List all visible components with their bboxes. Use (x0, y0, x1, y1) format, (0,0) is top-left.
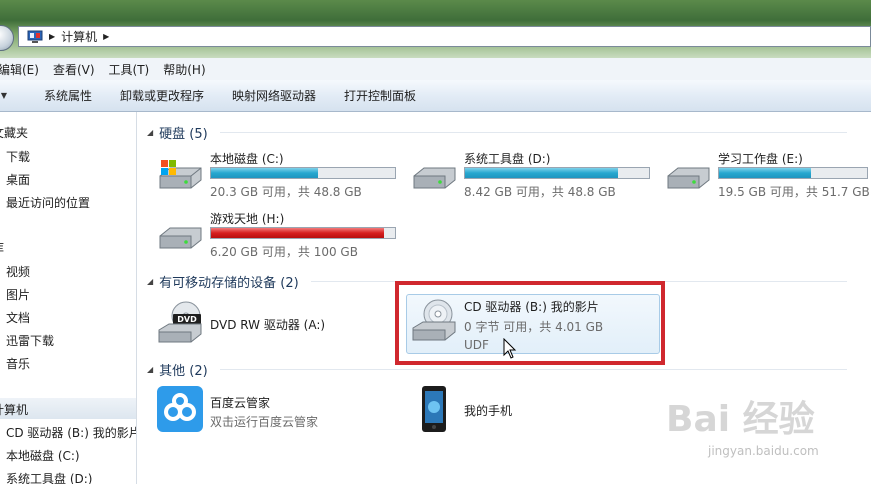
drive-tile-d[interactable]: 系统工具盘 (D:) 8.42 GB 可用，共 48.8 GB (411, 150, 651, 200)
drive-size-text: 20.3 GB 可用，共 48.8 GB (210, 185, 362, 199)
svg-text:DVD: DVD (177, 315, 197, 324)
annotation-red-box (395, 281, 665, 365)
nav-item-desktop[interactable]: 桌面 (6, 171, 30, 188)
drive-usage-fill (465, 168, 618, 178)
menu-tools[interactable]: 工具(T) (102, 61, 157, 78)
drive-tile-e[interactable]: 学习工作盘 (E:) 19.5 GB 可用，共 51.7 GB (665, 150, 871, 200)
open-control-panel-button[interactable]: 打开控制面板 (330, 87, 430, 104)
item-my-phone[interactable]: 我的手机 (417, 386, 617, 436)
group-title: 有可移动存储的设备 (2) (159, 276, 299, 291)
drive-usage-fill (211, 168, 318, 178)
group-divider (219, 132, 847, 133)
collapse-triangle-icon[interactable]: ◢ (147, 365, 153, 374)
item-description: 双击运行百度云管家 (210, 415, 319, 429)
nav-item-documents[interactable]: 文档 (6, 309, 30, 326)
nav-item-pictures[interactable]: 图片 (6, 286, 30, 303)
breadcrumb-chevron-icon[interactable]: ▶ (49, 32, 55, 41)
hard-drive-icon (667, 167, 710, 189)
organize-dropdown-icon[interactable]: ▼ (0, 91, 10, 100)
drive-size-text: 19.5 GB 可用，共 51.7 GB (718, 185, 870, 199)
group-header-hard-disks[interactable]: ◢ 硬盘 (5) (147, 123, 847, 142)
drive-name: DVD RW 驱动器 (A:) (210, 318, 326, 332)
command-bar: ▼ 系统属性 卸载或更改程序 映射网络驱动器 打开控制面板 (0, 80, 871, 112)
nav-item-system-tools-d[interactable]: 系统工具盘 (D:) (6, 470, 92, 484)
drive-usage-fill (719, 168, 811, 178)
drive-tile-dvd-a[interactable]: DVD DVD RW 驱动器 (A:) (157, 300, 387, 348)
item-baidu-cloud[interactable]: 百度云管家 双击运行百度云管家 (157, 386, 387, 436)
drive-tile-c[interactable]: 本地磁盘 (C:) 20.3 GB 可用，共 48.8 GB (157, 150, 397, 200)
drive-name: 学习工作盘 (E:) (718, 152, 803, 166)
map-network-drive-button[interactable]: 映射网络驱动器 (218, 87, 330, 104)
menu-bar: 编辑(E) 查看(V) 工具(T) 帮助(H) (0, 58, 871, 80)
nav-item-music[interactable]: 音乐 (6, 355, 30, 372)
drive-usage-bar (210, 167, 396, 179)
hard-drive-icon (413, 167, 456, 189)
nav-item-downloads[interactable]: 下载 (6, 148, 30, 165)
nav-libraries[interactable]: 库 (0, 239, 4, 256)
collapse-triangle-icon[interactable]: ◢ (147, 128, 153, 137)
drive-usage-bar (464, 167, 650, 179)
drive-size-text: 8.42 GB 可用，共 48.8 GB (464, 185, 616, 199)
nav-item-cd-drive[interactable]: CD 驱动器 (B:) 我的影片 (6, 424, 136, 441)
navigation-pane: 文藏夹 下载 桌面 最近访问的位置 库 视频 图片 文档 迅雷下载 音乐 计算机… (0, 112, 137, 484)
nav-item-recent[interactable]: 最近访问的位置 (6, 194, 90, 211)
breadcrumb-computer[interactable]: 计算机 (61, 28, 97, 45)
menu-view[interactable]: 查看(V) (46, 61, 102, 78)
drive-size-text: 6.20 GB 可用，共 100 GB (210, 245, 358, 259)
address-bar[interactable]: ▶ 计算机 ▶ (18, 26, 871, 47)
phone-icon (422, 386, 446, 432)
nav-computer[interactable]: 计算机 (0, 401, 28, 418)
dvd-drive-icon: DVD (158, 301, 202, 343)
menu-help[interactable]: 帮助(H) (156, 61, 212, 78)
item-name: 百度云管家 (210, 396, 271, 410)
mouse-cursor-icon (503, 338, 517, 359)
hard-drive-windows-icon (159, 160, 202, 189)
nav-item-xunlei-downloads[interactable]: 迅雷下载 (6, 332, 54, 349)
group-divider (219, 369, 847, 370)
uninstall-program-button[interactable]: 卸载或更改程序 (106, 87, 218, 104)
menu-edit[interactable]: 编辑(E) (0, 61, 46, 78)
system-properties-button[interactable]: 系统属性 (30, 87, 106, 104)
group-title: 硬盘 (5) (159, 127, 208, 142)
back-button[interactable] (0, 25, 14, 51)
drive-name: 游戏天地 (H:) (210, 212, 285, 226)
content-area: ◢ 硬盘 (5) 本地磁盘 (C:) 20.3 GB 可用，共 48.8 GB … (137, 112, 871, 484)
nav-item-local-disk-c[interactable]: 本地磁盘 (C:) (6, 447, 80, 464)
drive-usage-bar (210, 227, 396, 239)
collapse-triangle-icon[interactable]: ◢ (147, 277, 153, 286)
computer-icon (27, 30, 43, 43)
baidu-cloud-icon (157, 386, 203, 432)
drive-tile-h[interactable]: 游戏天地 (H:) 6.20 GB 可用，共 100 GB (157, 210, 397, 260)
hard-drive-icon (159, 227, 202, 249)
drive-name: 系统工具盘 (D:) (464, 152, 551, 166)
item-name: 我的手机 (464, 404, 513, 418)
drive-name: 本地磁盘 (C:) (210, 152, 284, 166)
group-header-other[interactable]: ◢ 其他 (2) (147, 360, 847, 379)
group-title: 其他 (2) (159, 364, 208, 379)
breadcrumb-chevron-icon[interactable]: ▶ (103, 32, 109, 41)
drive-usage-fill (211, 228, 384, 238)
drive-usage-bar (718, 167, 868, 179)
window-title-bar: ▶ 计算机 ▶ (0, 0, 871, 58)
nav-item-videos[interactable]: 视频 (6, 263, 30, 280)
nav-favorites[interactable]: 文藏夹 (0, 124, 28, 141)
